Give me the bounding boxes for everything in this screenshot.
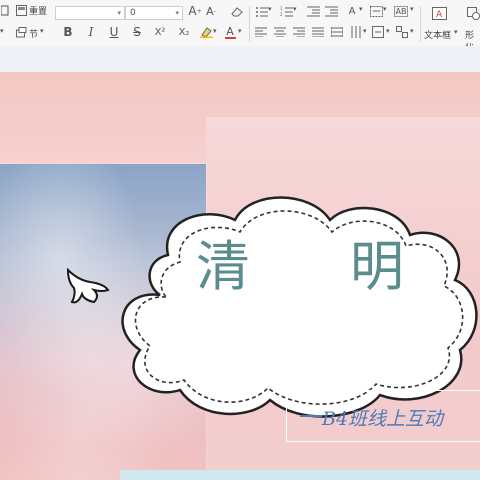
align-left-icon[interactable] (255, 27, 267, 37)
chevron-down-icon: ▾ (175, 9, 179, 17)
font-color-swatch (224, 36, 236, 39)
paste-icon[interactable] (0, 3, 10, 17)
chevron-down-icon[interactable]: ▾ (268, 5, 272, 13)
chevron-down-icon[interactable]: ▾ (383, 5, 387, 13)
font-color-label: A (226, 24, 234, 38)
text-effects-label: AB (393, 5, 409, 17)
section-button[interactable]: 节 (29, 27, 38, 40)
italic-button[interactable]: I (85, 25, 97, 39)
eraser-icon[interactable] (229, 5, 243, 17)
text-direction-icon[interactable] (350, 26, 362, 38)
strikethrough-button[interactable]: S (131, 25, 143, 39)
textbox-icon[interactable]: A (431, 6, 447, 20)
paragraph-spacing-icon[interactable] (369, 5, 383, 17)
subscript-button[interactable]: X₂ (177, 25, 191, 39)
increase-font-label: A (188, 4, 197, 18)
line-spacing-icon[interactable]: A (345, 5, 359, 17)
svg-text:2: 2 (280, 12, 283, 17)
align-text-icon[interactable] (372, 26, 384, 38)
superscript-button[interactable]: X² (153, 25, 167, 39)
line-spacing-label: A (348, 5, 356, 17)
textbox-button[interactable]: 文本框 (424, 28, 451, 41)
align-center-icon[interactable] (274, 27, 286, 37)
ribbon-toolbar: 重置 ▾ 0 ▾ A + A- ▾ 12 ▾ A ▾ ▾ AB ▾ A 文本框 ▾… (0, 0, 480, 54)
font-color-button[interactable]: A (223, 24, 237, 40)
bottom-strip (120, 470, 480, 480)
decrease-font-button[interactable]: A- (205, 4, 217, 18)
chevron-down-icon: ▾ (117, 9, 121, 17)
numbered-list-icon[interactable]: 12 (279, 5, 293, 17)
chevron-down-icon[interactable]: ▾ (238, 27, 242, 35)
title-char-right[interactable]: 明 (350, 222, 406, 301)
chevron-down-icon[interactable]: ▾ (410, 27, 414, 35)
decrease-indent-icon[interactable] (306, 5, 320, 17)
chevron-down-icon[interactable]: ▾ (454, 28, 458, 36)
chevron-down-icon[interactable]: ▾ (410, 5, 414, 13)
subtitle-dash (300, 415, 322, 417)
section-icon[interactable] (15, 26, 27, 38)
chevron-down-icon[interactable]: ▾ (213, 27, 217, 35)
distribute-icon[interactable] (331, 27, 343, 37)
chevron-down-icon[interactable]: ▾ (386, 27, 390, 35)
align-right-icon[interactable] (293, 27, 305, 37)
bullet-list-icon[interactable] (254, 5, 268, 17)
font-size-select[interactable]: 0 ▾ (125, 6, 183, 20)
text-effects-icon[interactable]: AB (393, 5, 409, 17)
chevron-down-icon[interactable]: ▾ (363, 27, 367, 35)
svg-text:1: 1 (280, 6, 283, 11)
chevron-down-icon[interactable]: ▾ (0, 27, 4, 35)
chevron-down-icon[interactable]: ▾ (40, 27, 44, 35)
slide[interactable]: 清 明 B4班线上互动 (0, 72, 480, 480)
increase-indent-icon[interactable] (324, 5, 338, 17)
font-size-value: 0 (130, 8, 136, 18)
chevron-down-icon[interactable]: ▾ (359, 5, 363, 13)
highlight-icon[interactable] (199, 26, 213, 38)
chevron-down-icon[interactable]: ▾ (293, 5, 297, 13)
font-name-select[interactable]: ▾ (55, 6, 125, 20)
justify-icon[interactable] (312, 27, 324, 37)
reset-icon[interactable] (15, 4, 27, 16)
bold-button[interactable]: B (62, 25, 74, 39)
subtitle-text[interactable]: B4班线上互动 (322, 404, 443, 431)
title-char-left[interactable]: 清 (196, 222, 252, 301)
slide-canvas: 清 明 B4班线上互动 (0, 46, 480, 480)
smartart-icon[interactable] (396, 26, 408, 38)
svg-text:A: A (436, 10, 443, 20)
increase-font-button[interactable]: A + (188, 4, 201, 18)
shapes-icon[interactable] (467, 6, 480, 20)
underline-button[interactable]: U (108, 25, 120, 39)
decrease-font-label: A (206, 4, 214, 18)
reset-button[interactable]: 重置 (29, 4, 47, 17)
